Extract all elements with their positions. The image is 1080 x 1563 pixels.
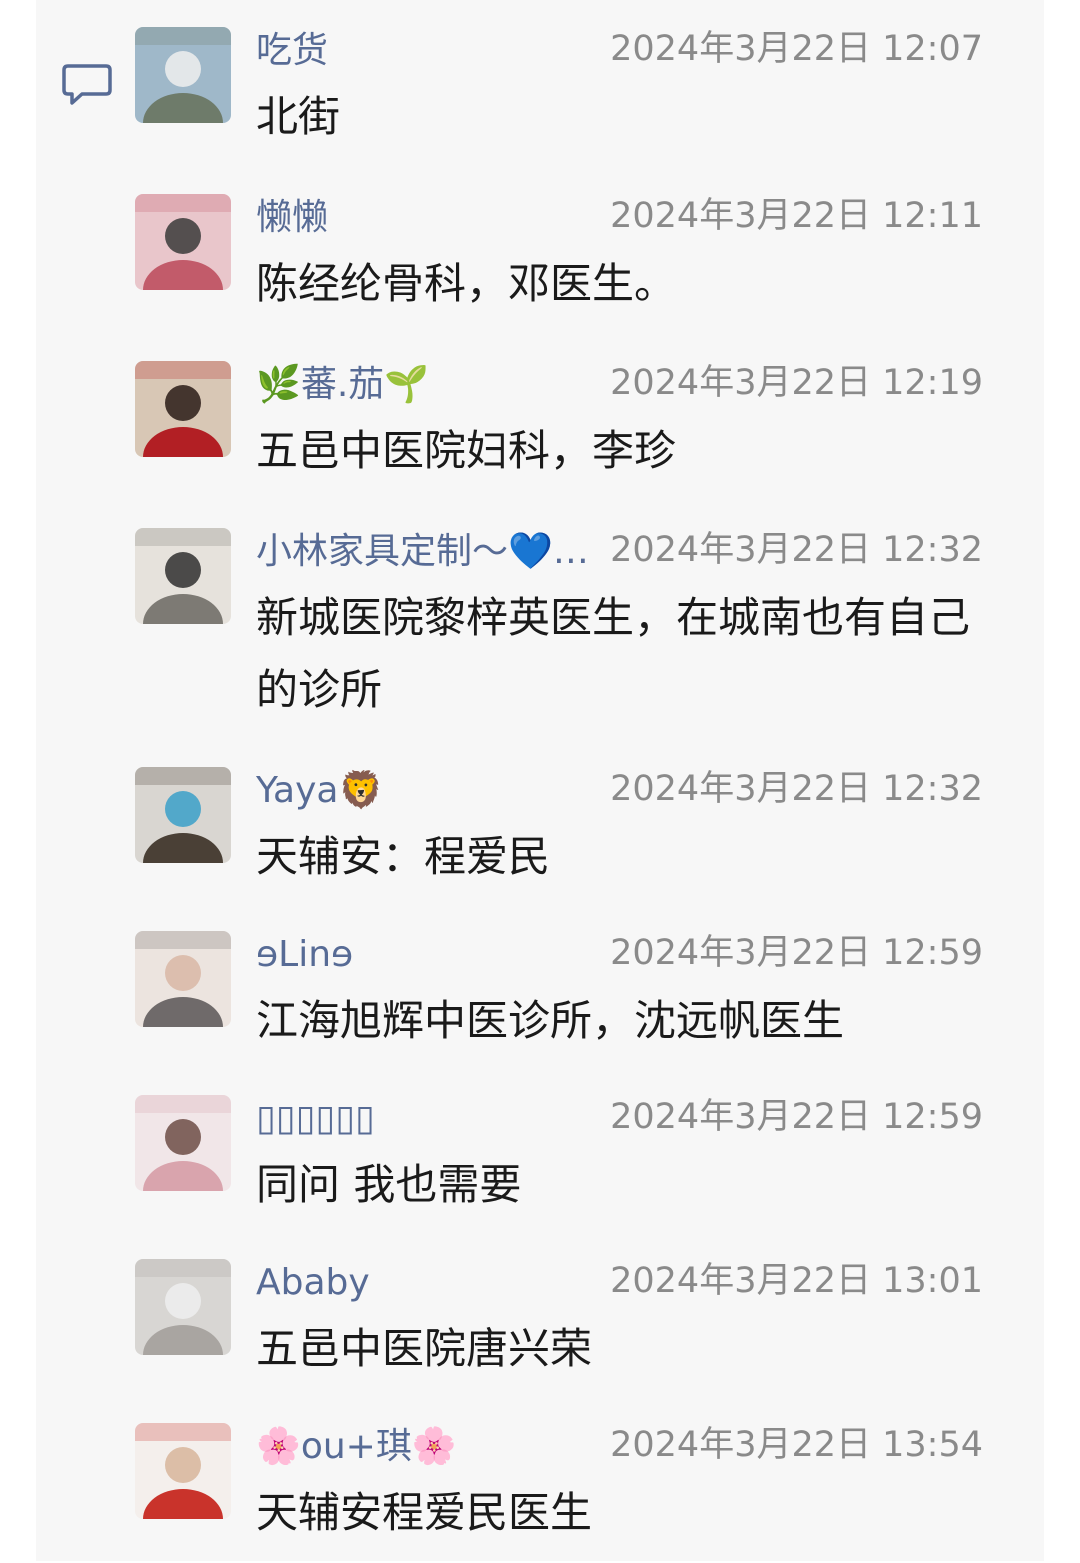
comment-timestamp: 2024年3月22日 12:59 <box>610 1097 983 1137</box>
comment-item[interactable]: 🌸ou+琪🌸 2024年3月22日 13:54 天辅安程爱民医生 <box>135 1423 995 1563</box>
comment-item[interactable]: Yaya🦁 2024年3月22日 12:32 天辅安：程爱民 <box>135 767 995 907</box>
comment-author-name[interactable]: ɘLinɘ <box>256 933 353 977</box>
comment-item[interactable]: 小林家具定制～💙… 2024年3月22日 12:32 新城医院黎梓英医生，在城南也有… <box>135 528 995 738</box>
comment-author-name[interactable]: ▯▯▯▯▯▯ <box>256 1097 375 1141</box>
comment-timestamp: 2024年3月22日 12:11 <box>610 196 983 236</box>
comment-author-name[interactable]: 小林家具定制～💙… <box>256 530 589 574</box>
avatar[interactable] <box>135 1259 231 1355</box>
comment-text: 天辅安：程爱民 <box>256 832 551 881</box>
comment-timestamp: 2024年3月22日 12:32 <box>610 530 983 570</box>
comment-item[interactable]: 懒懒 2024年3月22日 12:11 陈经纶骨科，邓医生。 <box>135 194 995 334</box>
comment-timestamp: 2024年3月22日 12:07 <box>610 29 983 69</box>
comment-icon[interactable] <box>62 62 112 108</box>
avatar[interactable] <box>135 931 231 1027</box>
comment-item[interactable]: 🌿蕃.茄🌱 2024年3月22日 12:19 五邑中医院妇科，李珍 <box>135 361 995 501</box>
comment-timestamp: 2024年3月22日 12:32 <box>610 769 983 809</box>
comment-timestamp: 2024年3月22日 13:54 <box>610 1425 983 1465</box>
comment-text: 新城医院黎梓英医生，在城南也有自己的诊所 <box>256 593 971 714</box>
comment-timestamp: 2024年3月22日 12:19 <box>610 363 983 403</box>
comment-text: 同问 我也需要 <box>256 1160 522 1209</box>
comment-author-name[interactable]: 吃货 <box>256 29 328 73</box>
comment-item[interactable]: ▯▯▯▯▯▯ 2024年3月22日 12:59 同问 我也需要 <box>135 1095 995 1235</box>
avatar[interactable] <box>135 27 231 123</box>
comment-item[interactable]: ɘLinɘ 2024年3月22日 12:59 江海旭辉中医诊所，沈远帆医生 <box>135 931 995 1071</box>
avatar[interactable] <box>135 1423 231 1519</box>
avatar[interactable] <box>135 767 231 863</box>
comment-author-name[interactable]: 🌿蕃.茄🌱 <box>256 363 429 407</box>
comment-author-name[interactable]: Yaya🦁 <box>256 769 383 813</box>
comment-text: 五邑中医院唐兴荣 <box>256 1324 593 1373</box>
comment-text: 北街 <box>256 92 341 141</box>
avatar[interactable] <box>135 1095 231 1191</box>
comment-timestamp: 2024年3月22日 13:01 <box>610 1261 983 1301</box>
avatar[interactable] <box>135 361 231 457</box>
comment-author-name[interactable]: Ababy <box>256 1261 370 1305</box>
comment-item[interactable]: Ababy 2024年3月22日 13:01 五邑中医院唐兴荣 <box>135 1259 995 1399</box>
comment-text: 五邑中医院妇科，李珍 <box>256 426 677 475</box>
avatar[interactable] <box>135 194 231 290</box>
comment-item[interactable]: 吃货 2024年3月22日 12:07 北街 <box>135 27 995 167</box>
comment-text: 江海旭辉中医诊所，沈远帆医生 <box>256 996 845 1045</box>
comment-author-name[interactable]: 🌸ou+琪🌸 <box>256 1425 457 1469</box>
avatar[interactable] <box>135 528 231 624</box>
comment-text: 天辅安程爱民医生 <box>256 1488 593 1537</box>
comment-text: 陈经纶骨科，邓医生。 <box>256 259 677 308</box>
comment-timestamp: 2024年3月22日 12:59 <box>610 933 983 973</box>
comment-author-name[interactable]: 懒懒 <box>256 196 328 240</box>
